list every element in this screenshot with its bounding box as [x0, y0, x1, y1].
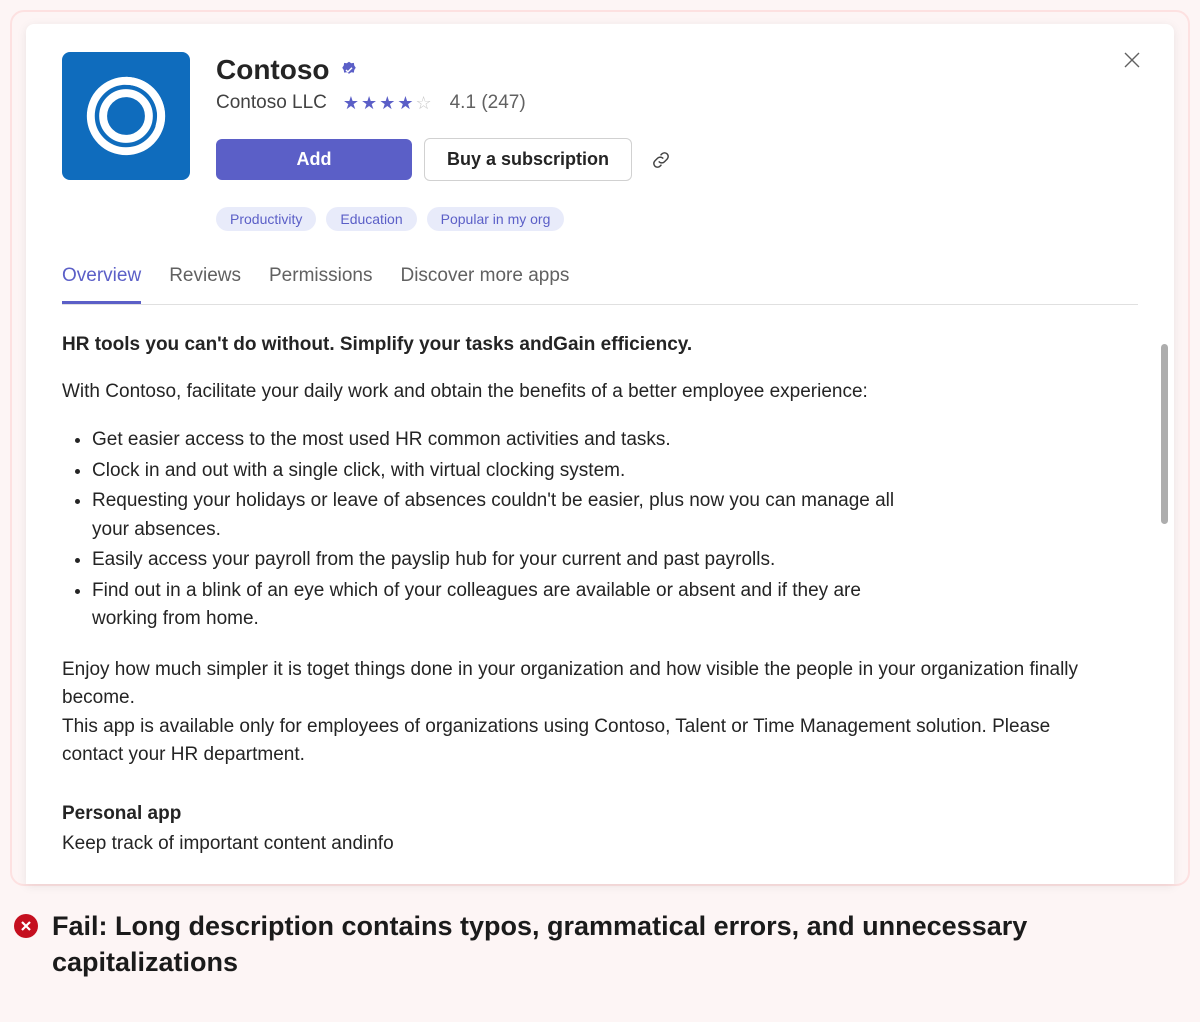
close-button[interactable]	[1120, 48, 1144, 72]
star-icon: ★	[361, 93, 379, 114]
description-headline: HR tools you can't do without. Simplify …	[62, 331, 1098, 360]
feature-item: Requesting your holidays or leave of abs…	[92, 487, 912, 544]
description-intro: With Contoso, facilitate your daily work…	[62, 378, 1098, 407]
overview-content: HR tools you can't do without. Simplify …	[62, 331, 1138, 859]
app-title: Contoso	[216, 54, 330, 86]
tag-row: Productivity Education Popular in my org	[216, 207, 1138, 231]
tag-productivity[interactable]: Productivity	[216, 207, 316, 231]
tab-discover[interactable]: Discover more apps	[400, 265, 569, 304]
tab-permissions[interactable]: Permissions	[269, 265, 372, 304]
feature-item: Find out in a blink of an eye which of y…	[92, 577, 912, 634]
fail-badge	[14, 914, 38, 938]
tag-education[interactable]: Education	[326, 207, 416, 231]
verified-badge-icon	[340, 61, 358, 79]
tab-overview[interactable]: Overview	[62, 265, 141, 304]
tabs: Overview Reviews Permissions Discover mo…	[62, 265, 1138, 305]
description-outro: Enjoy how much simpler it is toget thing…	[62, 656, 1098, 770]
tag-popular[interactable]: Popular in my org	[427, 207, 565, 231]
close-icon	[1124, 52, 1140, 68]
caption-text: Fail: Long description contains typos, g…	[52, 908, 1052, 981]
star-icon: ★	[343, 93, 361, 114]
rating-value: 4.1 (247)	[450, 92, 526, 114]
buy-subscription-button[interactable]: Buy a subscription	[424, 138, 632, 181]
link-icon	[650, 149, 672, 171]
app-details-card: Contoso Contoso LLC ★★★★☆ 4.1 (247) Add …	[26, 24, 1174, 884]
tab-reviews[interactable]: Reviews	[169, 265, 241, 304]
star-icon: ★	[397, 93, 415, 114]
scrollbar-thumb[interactable]	[1161, 344, 1168, 524]
app-meta: Contoso Contoso LLC ★★★★☆ 4.1 (247) Add …	[216, 52, 1138, 231]
publisher-name: Contoso LLC	[216, 92, 327, 114]
contoso-logo-icon	[82, 72, 170, 160]
star-icon: ★	[379, 93, 397, 114]
star-empty-icon: ☆	[415, 93, 433, 114]
personal-app-heading: Personal app	[62, 800, 1098, 829]
feature-list: Get easier access to the most used HR co…	[92, 426, 912, 634]
copy-link-button[interactable]	[650, 149, 672, 171]
app-icon	[62, 52, 190, 180]
feature-item: Get easier access to the most used HR co…	[92, 426, 912, 455]
x-icon	[20, 920, 32, 932]
add-button[interactable]: Add	[216, 139, 412, 180]
example-frame: Contoso Contoso LLC ★★★★☆ 4.1 (247) Add …	[10, 10, 1190, 886]
validation-caption: Fail: Long description contains typos, g…	[14, 908, 1190, 981]
feature-item: Easily access your payroll from the pays…	[92, 546, 912, 575]
personal-app-text: Keep track of important content andinfo	[62, 830, 1098, 859]
star-rating: ★★★★☆	[343, 93, 434, 114]
feature-item: Clock in and out with a single click, wi…	[92, 457, 912, 486]
